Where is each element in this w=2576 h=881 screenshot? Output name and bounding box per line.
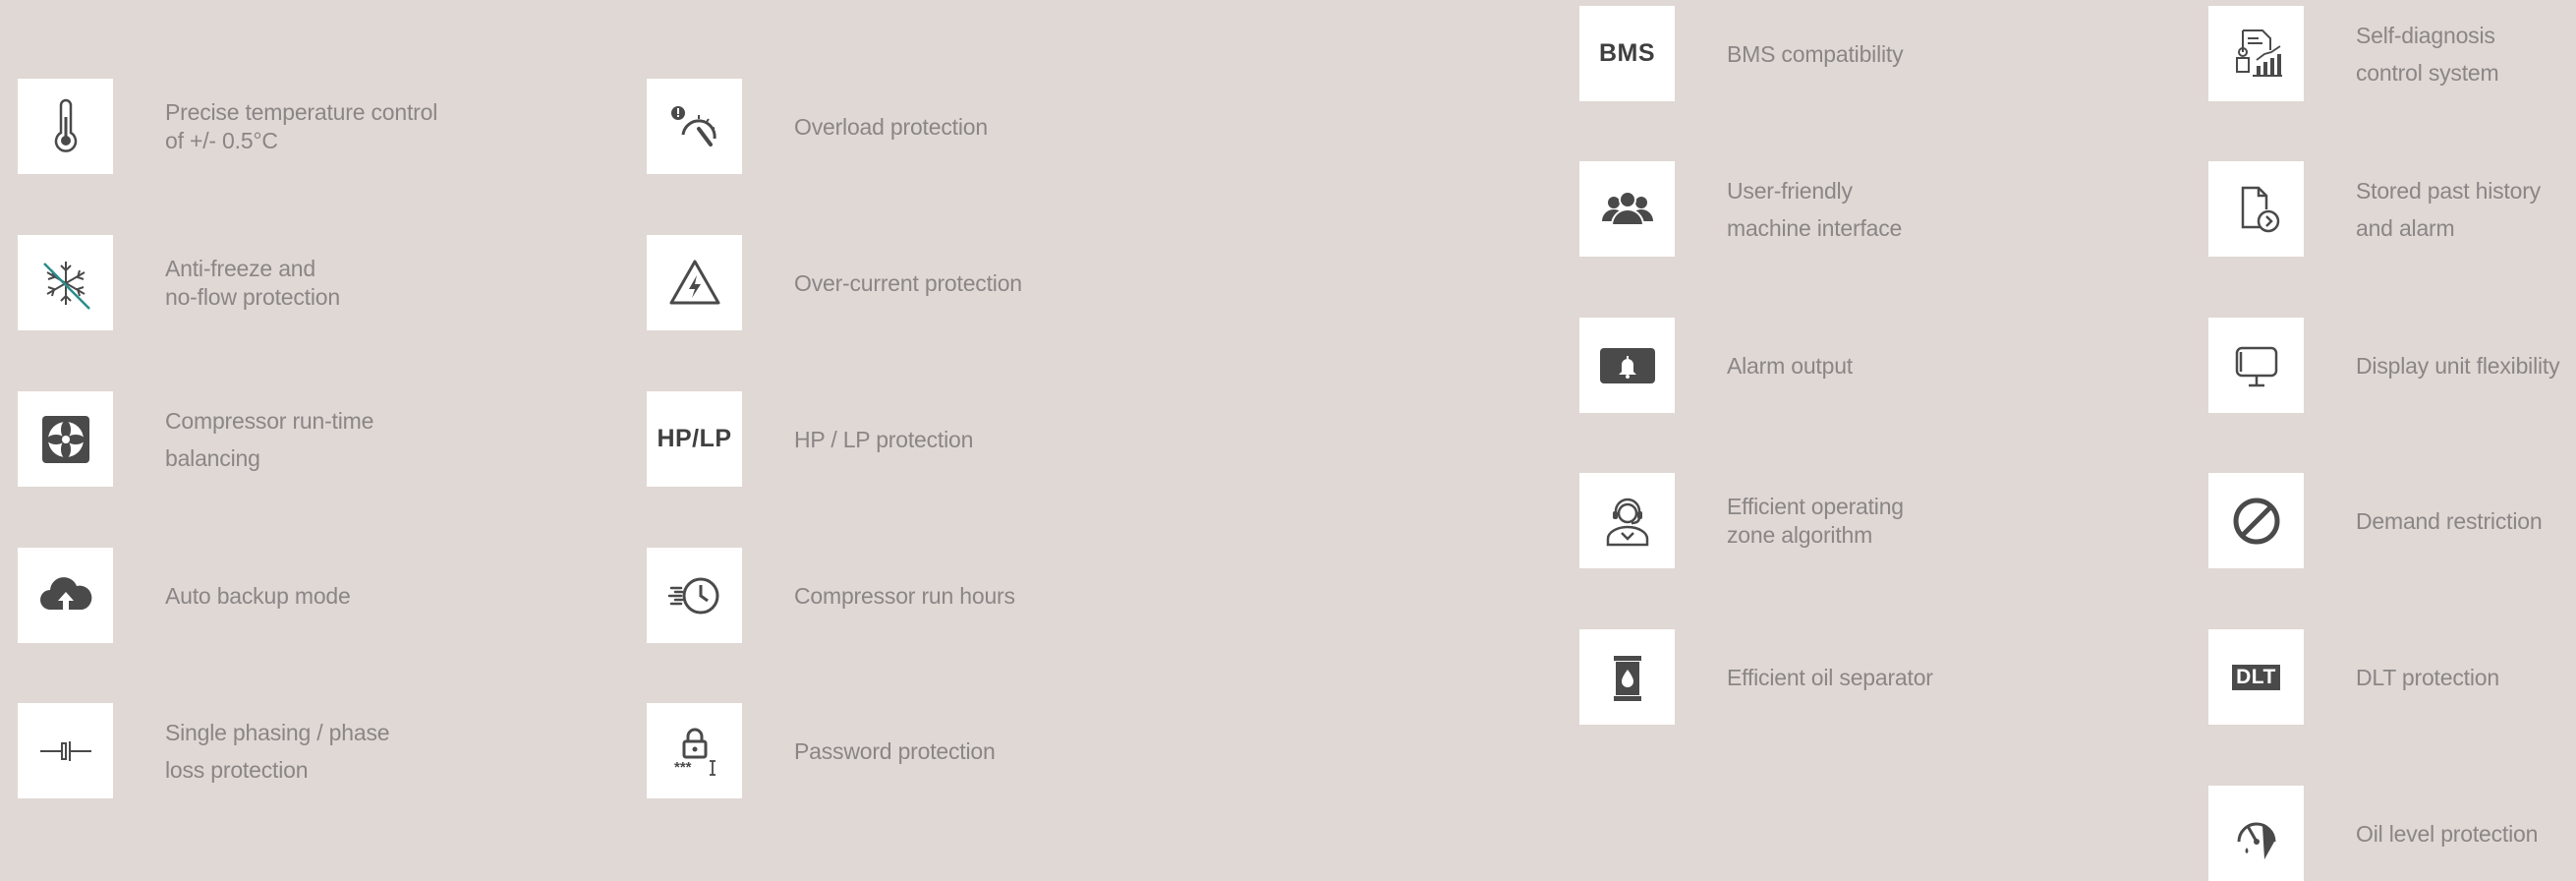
- hp-lp-icon: HP/LP: [657, 425, 732, 452]
- alarm-bell-icon: [1599, 347, 1655, 383]
- svg-text:***: ***: [674, 759, 692, 776]
- feature-tile: [18, 391, 113, 487]
- feature-tile: [2208, 318, 2304, 413]
- feature-tile: [647, 79, 742, 174]
- file-history-icon: [2241, 186, 2279, 232]
- feature-label: Password protection: [794, 737, 996, 764]
- capacitor-icon: [39, 740, 91, 761]
- feature-label: User-friendly machine interface: [1727, 177, 1903, 241]
- feature-label: DLT protection: [2356, 664, 2499, 690]
- clock-speed-icon: [667, 577, 718, 614]
- feature-tile: [647, 548, 742, 643]
- feature-label: Overload protection: [794, 113, 988, 140]
- prohibited-icon: [2233, 498, 2279, 544]
- feature-label: Precise temperature control of +/- 0.5°C: [165, 98, 438, 153]
- feature-label: Stored past history and alarm: [2356, 177, 2541, 241]
- feature-tile: [647, 235, 742, 330]
- feature-label: Self-diagnosis control system: [2356, 22, 2499, 86]
- feature-label: Compressor run-time balancing: [165, 407, 374, 471]
- feature-tile: [1579, 473, 1675, 568]
- report-chart-icon: [2235, 29, 2282, 77]
- feature-label: Efficient operating zone algorithm: [1727, 493, 1904, 548]
- feature-label: Single phasing / phase loss protection: [165, 719, 390, 783]
- feature-tile: [18, 235, 113, 330]
- feature-tile: ***: [647, 703, 742, 798]
- feature-tile: [1579, 318, 1675, 413]
- feature-label: HP / LP protection: [794, 426, 974, 452]
- high-voltage-warning-icon: [669, 260, 719, 304]
- oil-barrel-icon: [1613, 655, 1641, 701]
- lock-password-icon: ***: [674, 728, 716, 776]
- feature-label: Over-current protection: [794, 269, 1022, 296]
- fan-icon: [41, 415, 89, 463]
- dlt-icon: DLT: [2232, 664, 2280, 690]
- monitor-icon: [2235, 346, 2277, 386]
- feature-tile: BMS: [1579, 6, 1675, 101]
- feature-label: Efficient oil separator: [1727, 664, 1933, 690]
- feature-tile: [18, 79, 113, 174]
- feature-label: Anti-freeze and no-flow protection: [165, 255, 340, 310]
- gauge-warning-icon: [670, 105, 716, 147]
- oil-level-gauge-icon: [2237, 822, 2275, 859]
- feature-label: Compressor run hours: [794, 582, 1015, 609]
- feature-tile: HP/LP: [647, 391, 742, 487]
- feature-label: BMS compatibility: [1727, 40, 1904, 67]
- snowflake-crossed-icon: [42, 261, 90, 310]
- feature-tile: [1579, 161, 1675, 257]
- feature-label: Auto backup mode: [165, 582, 351, 609]
- feature-tile: [18, 703, 113, 798]
- feature-tile: [2208, 786, 2304, 881]
- feature-label: Oil level protection: [2356, 820, 2539, 847]
- feature-tile: [2208, 473, 2304, 568]
- feature-label: Demand restriction: [2356, 507, 2543, 534]
- bms-icon: BMS: [1598, 39, 1656, 67]
- operator-headset-icon: [1606, 498, 1648, 546]
- thermometer-icon: [54, 98, 77, 152]
- cloud-upload-icon: [39, 576, 91, 610]
- feature-label: Alarm output: [1727, 352, 1853, 379]
- feature-tile: [2208, 6, 2304, 101]
- feature-tile: [1579, 629, 1675, 725]
- users-icon: [1601, 190, 1653, 226]
- feature-tile: DLT: [2208, 629, 2304, 725]
- feature-label: Display unit flexibility: [2356, 352, 2560, 379]
- feature-tile: [2208, 161, 2304, 257]
- feature-tile: [18, 548, 113, 643]
